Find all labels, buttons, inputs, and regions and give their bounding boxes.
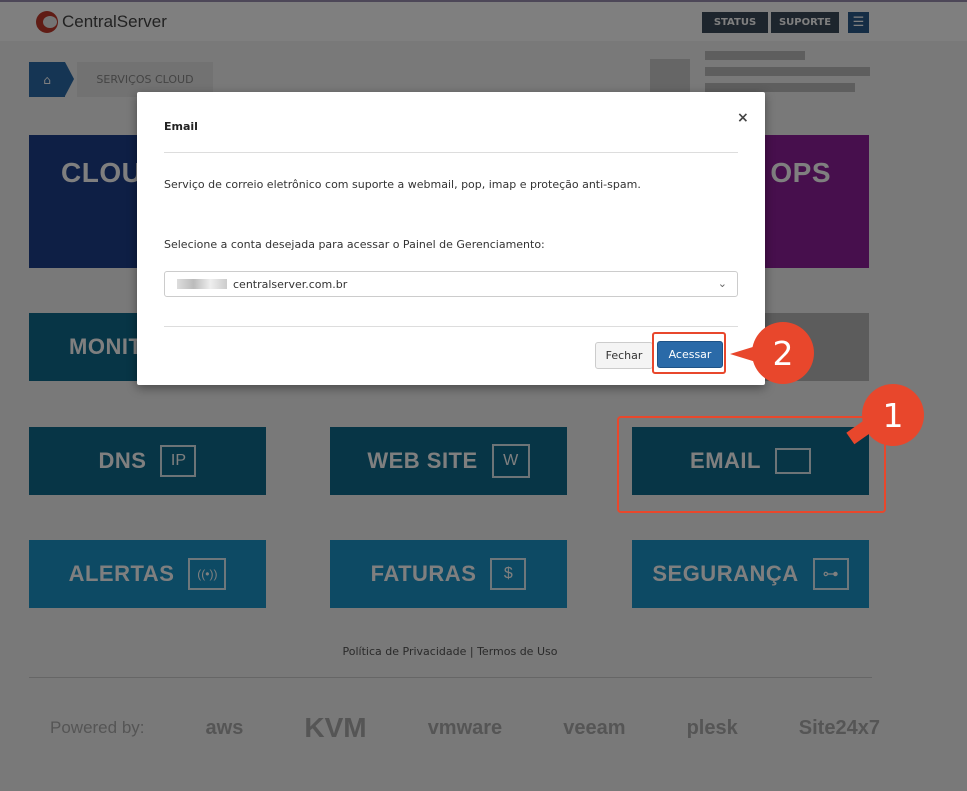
highlight-acessar (652, 332, 726, 374)
step-badge-2: 2 (730, 322, 814, 384)
chevron-down-icon: ⌄ (717, 277, 727, 290)
fechar-button[interactable]: Fechar (595, 342, 653, 369)
highlight-email-tile (617, 416, 886, 513)
account-select-value: centralserver.com.br (233, 277, 348, 291)
modal-footer-divider (164, 326, 738, 327)
modal-prompt: Selecione a conta desejada para acessar … (164, 238, 545, 251)
step-badge-1: 1 (862, 384, 924, 446)
modal-header-divider (164, 152, 738, 153)
redacted-username (177, 279, 227, 289)
modal-title: Email (164, 120, 198, 133)
account-select[interactable]: centralserver.com.br ⌄ (164, 271, 738, 297)
close-icon[interactable]: × (737, 110, 749, 126)
modal-description: Serviço de correio eletrônico com suport… (164, 178, 641, 191)
